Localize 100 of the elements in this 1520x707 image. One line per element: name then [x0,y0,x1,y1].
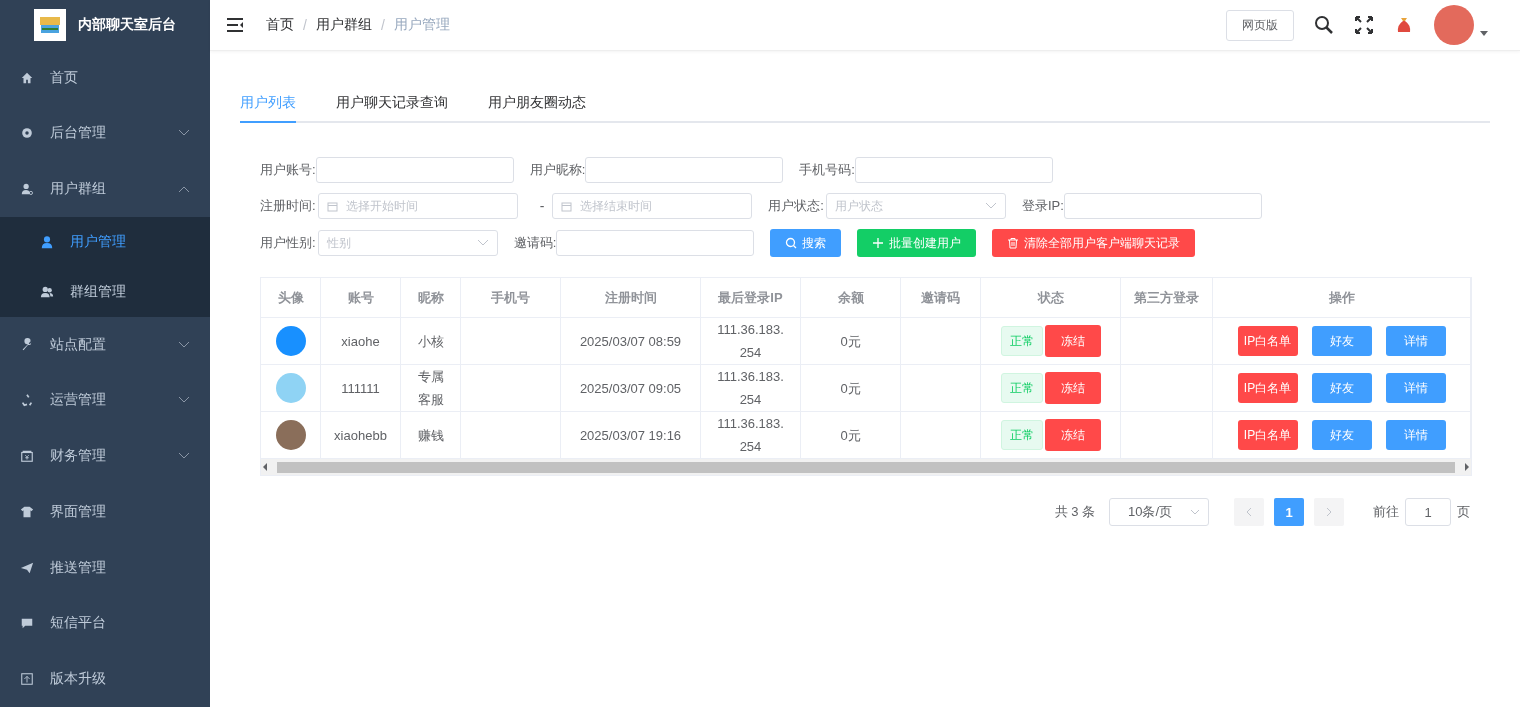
sidebar-item[interactable]: 版本升级 [0,651,210,707]
calendar-icon [561,200,573,212]
column-header: 昵称 [401,278,461,318]
table-cell-text: 111.36.183. 254 [717,415,784,456]
chevron-icon [178,452,190,461]
sidebar-subitem[interactable]: 用户管理 [0,216,210,267]
sidebar-item[interactable]: 首页 [0,49,210,106]
sidebar-item[interactable]: 界面管理 [0,484,210,540]
tab[interactable]: 用户朋友圈动态 [488,85,586,123]
table-cell-text: xiaohe [341,332,380,351]
table-cell-text: 111.36.183. 254 [717,321,784,362]
clear-button[interactable]: 清除全部用户客户端聊天记录 [992,229,1196,257]
freeze-button[interactable]: 冻结 [1044,372,1101,404]
column-header: 操作 [1213,278,1471,318]
users-icon [40,284,54,299]
page-size-select[interactable]: 10条/页 [1109,498,1209,526]
breadcrumb-separator: / [380,17,385,33]
search-icon[interactable] [1314,15,1334,35]
table-cell-text: 0元 [840,379,861,398]
user-avatar[interactable] [1434,5,1474,45]
text-field[interactable] [556,230,755,256]
breadcrumb-item[interactable]: 用户群组 [315,16,372,34]
upload-icon [20,672,34,687]
next-page-button[interactable] [1314,498,1344,526]
previous-page-button[interactable] [1234,498,1264,526]
field-label: 注册时间: [260,197,316,215]
sidebar-item[interactable]: 用户群组 [0,161,210,217]
gear-icon [20,126,34,141]
table-cell-text: 0元 [840,426,861,445]
field-label: 邀请码: [513,234,557,252]
avatar-placeholder [275,326,306,356]
whitelist-button[interactable]: IP白名单 [1237,420,1298,450]
caret-icon[interactable] [1480,30,1488,36]
details-button[interactable]: 详情 [1385,420,1446,450]
paper-plane-icon [20,560,34,575]
sidebar-item[interactable]: 短信平台 [0,595,210,652]
text-field[interactable] [585,157,784,183]
text-field[interactable] [854,157,1053,183]
whitelist-button[interactable]: IP白名单 [1237,373,1298,403]
chevron-icon [476,239,489,247]
table-cell-text: 赚钱 [417,426,444,445]
freeze-button[interactable]: 冻结 [1044,325,1101,357]
search-button[interactable]: 搜索 [770,229,842,257]
field-label: 用户性别: [260,234,316,252]
status-tag: 正常 [1000,326,1043,356]
date-field[interactable]: 选择结束时间 [552,193,753,219]
table-cell-text: 2025/03/07 19:16 [579,426,682,445]
breadcrumb-item[interactable]: 首页 [266,16,294,34]
breadcrumb-separator: / [303,17,307,33]
tab[interactable]: 用户聊天记录查询 [336,85,448,123]
scroll-right-icon[interactable] [1463,463,1471,471]
shirt-icon [20,504,34,519]
fullscreen-icon[interactable] [1354,15,1374,35]
friends-button[interactable]: 好友 [1311,420,1372,450]
total-count: 共 3 条 [1054,503,1095,521]
select-field[interactable]: 性别 [317,230,498,256]
friends-button[interactable]: 好友 [1311,373,1372,403]
sidebar-item[interactable]: 站点配置 [0,316,210,373]
column-header: 邀请码 [901,278,981,318]
goto-label: 前往 [1373,503,1399,521]
tab[interactable]: 用户列表 [240,85,296,123]
page-input[interactable]: 1 [1405,498,1451,526]
details-button[interactable]: 详情 [1385,326,1446,356]
cash-box-icon [20,449,34,464]
date-field[interactable]: 选择开始时间 [317,193,518,219]
sidebar-item[interactable]: 运营管理 [0,372,210,429]
web-version-button[interactable]: 网页版 [1226,9,1294,41]
column-header: 余额 [801,278,901,318]
table-cell-text: 111111 [341,379,380,398]
text-field[interactable] [315,157,514,183]
table-cell-text: 111.36.183. 254 [717,368,784,409]
chevron-icon [984,202,997,210]
whitelist-button[interactable]: IP白名单 [1237,326,1298,356]
sidebar-item[interactable]: 后台管理 [0,105,210,162]
sidebar-subitem[interactable]: 群组管理 [0,266,210,317]
table-cell-text: 0元 [840,332,861,351]
status-tag: 正常 [1000,373,1043,403]
text-field[interactable] [1063,193,1262,219]
horizontal-scrollbar[interactable] [261,459,1471,475]
table-cell-text: 专属客服 [416,368,445,409]
chevron-icon [178,185,190,194]
logo-icon [34,8,66,41]
page-number[interactable]: 1 [1274,498,1304,526]
select-field[interactable]: 用户状态 [825,193,1006,219]
user-icon [40,234,54,249]
breadcrumb-item: 用户管理 [393,16,450,34]
table-cell-text: 小核 [417,332,444,351]
column-header: 头像 [261,278,321,318]
sidebar-item[interactable]: 财务管理 [0,428,210,485]
chevron-icon [178,396,190,405]
column-header: 第三方登录 [1121,278,1213,318]
freeze-button[interactable]: 冻结 [1044,419,1101,451]
scroll-left-icon[interactable] [261,463,269,471]
details-button[interactable]: 详情 [1385,373,1446,403]
friends-button[interactable]: 好友 [1311,326,1372,356]
scrollbar-thumb[interactable] [277,461,1455,473]
sidebar-item[interactable]: 推送管理 [0,539,210,596]
create-button[interactable]: 批量创建用户 [857,229,977,257]
menu-icon[interactable] [226,17,244,33]
avatar-placeholder [275,373,306,403]
